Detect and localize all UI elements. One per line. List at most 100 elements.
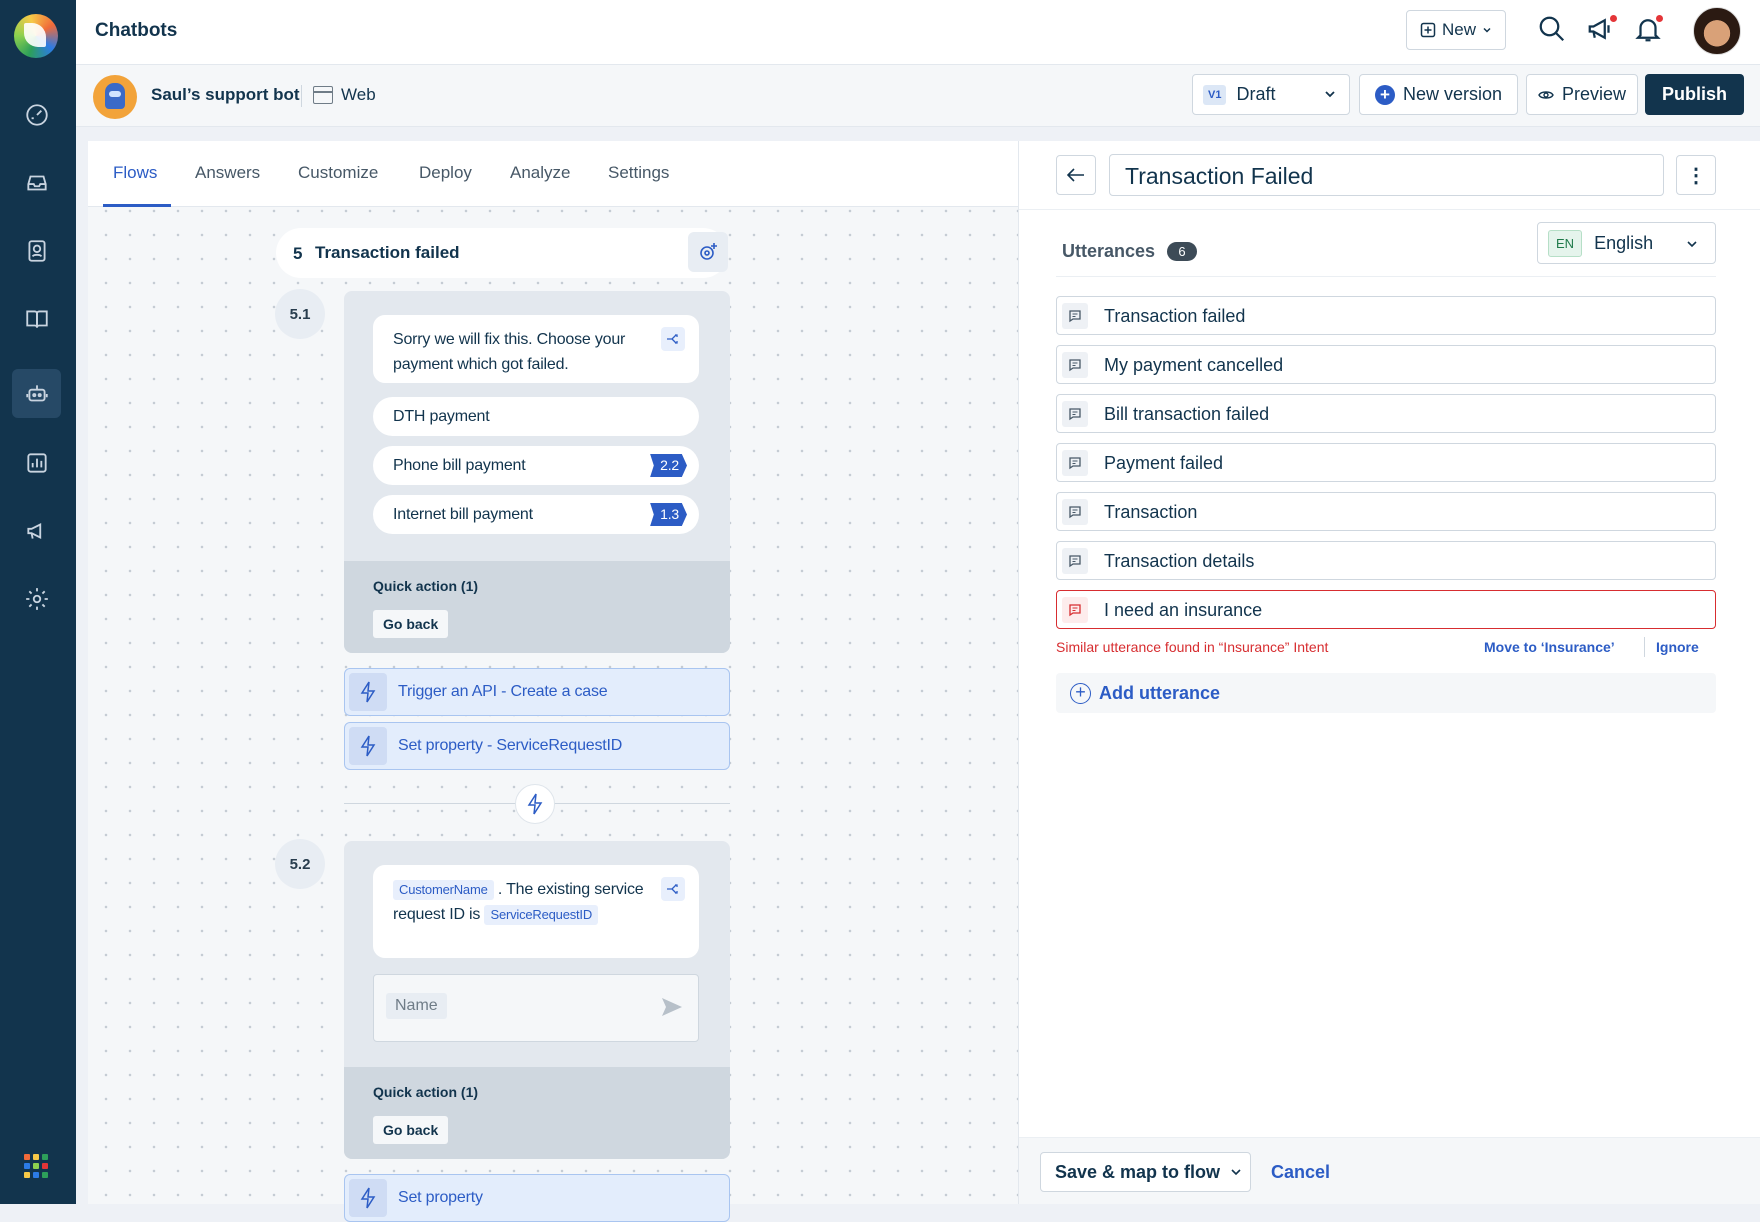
input-variable-tag: Name [386, 993, 447, 1019]
quick-action-title: Quick action (1) [373, 1084, 479, 1100]
tab-answers[interactable]: Answers [195, 163, 260, 183]
chat-bubble-icon [1062, 450, 1088, 476]
option-label: DTH payment [393, 408, 490, 425]
tab-bar: Flows Answers Customize Deploy Analyze S… [88, 141, 1018, 207]
divider [1644, 637, 1645, 657]
channel-name: Web [341, 85, 376, 104]
bell-icon[interactable] [1633, 14, 1665, 46]
version-select[interactable]: V1 Draft [1192, 74, 1350, 115]
browser-window-icon [313, 86, 333, 104]
chat-bubble-icon [1062, 401, 1088, 427]
reports-icon[interactable] [12, 438, 61, 487]
quick-action-title: Quick action (1) [373, 578, 479, 594]
channel-label: Web [313, 85, 376, 105]
add-utterance-label: Add utterance [1099, 682, 1221, 703]
option-button[interactable]: Phone bill payment 2.2 [373, 446, 699, 485]
utterance-field-error[interactable]: I need an insurance [1056, 590, 1716, 629]
tab-customize[interactable]: Customize [298, 163, 378, 183]
go-back-button[interactable]: Go back [373, 1116, 449, 1144]
new-version-button[interactable]: + New version [1359, 74, 1518, 115]
action-card[interactable]: Set property [344, 1174, 730, 1222]
variable-tag[interactable]: ServiceRequestID [484, 905, 599, 925]
branch-icon[interactable] [661, 877, 685, 901]
search-icon[interactable] [1537, 14, 1569, 46]
preview-button[interactable]: Preview [1526, 74, 1638, 115]
variable-tag[interactable]: CustomerName [393, 880, 494, 900]
user-input-field[interactable]: Name [373, 974, 699, 1042]
bot-message[interactable]: CustomerName . The existing service requ… [373, 865, 699, 958]
utterance-text: Payment failed [1104, 453, 1224, 473]
message-card[interactable]: Sorry we will fix this. Choose your paym… [344, 291, 730, 653]
new-button-label: New [1441, 20, 1476, 39]
jump-badge[interactable]: 1.3 [650, 503, 687, 526]
add-action-icon[interactable] [515, 784, 555, 824]
chat-bubble-icon [1062, 352, 1088, 378]
left-sidebar [0, 0, 76, 1204]
bot-message[interactable]: Sorry we will fix this. Choose your paym… [373, 315, 699, 383]
settings-gear-icon[interactable] [12, 574, 61, 623]
cancel-button[interactable]: Cancel [1271, 1162, 1330, 1183]
intent-title-input[interactable]: Transaction Failed [1109, 154, 1664, 196]
add-utterance-button[interactable]: + Add utterance [1056, 673, 1716, 713]
utterance-field[interactable]: Transaction [1056, 492, 1716, 531]
error-message: Similar utterance found in “Insurance” I… [1056, 639, 1329, 655]
utterance-field[interactable]: My payment cancelled [1056, 345, 1716, 384]
tab-analyze[interactable]: Analyze [510, 163, 570, 183]
step-settings-icon[interactable] [688, 232, 728, 272]
version-status: Draft [1236, 84, 1276, 104]
utterance-field[interactable]: Transaction details [1056, 541, 1716, 580]
utterance-text: Transaction details [1104, 551, 1255, 571]
contacts-icon[interactable] [12, 226, 61, 275]
step-title: Transaction failed [315, 243, 460, 262]
language-code-badge: EN [1548, 229, 1583, 257]
utterance-text: My payment cancelled [1104, 355, 1284, 375]
action-card[interactable]: Trigger an API - Create a case [344, 668, 730, 716]
move-to-intent-link[interactable]: Move to ‘Insurance’ [1484, 639, 1615, 655]
app-switcher-icon[interactable] [24, 1154, 48, 1178]
intent-editor-panel: Transaction Failed ⋮ Utterances 6 EN Eng… [1018, 141, 1760, 1204]
go-back-button[interactable]: Go back [373, 610, 449, 638]
inbox-icon[interactable] [12, 158, 61, 207]
option-button[interactable]: Internet bill payment 1.3 [373, 495, 699, 534]
chatbot-icon[interactable] [12, 369, 61, 418]
quick-action-section: Quick action (1) Go back [344, 1067, 730, 1159]
language-name: English [1594, 232, 1654, 253]
substep-number: 5.1 [275, 289, 325, 339]
utterances-count-badge: 6 [1167, 242, 1197, 261]
utterance-field[interactable]: Transaction failed [1056, 296, 1716, 335]
announcement-megaphone-icon[interactable] [1586, 14, 1618, 46]
plus-circle-icon: + [1374, 84, 1395, 105]
version-badge: V1 [1203, 84, 1227, 105]
option-button[interactable]: DTH payment [373, 397, 699, 436]
tab-flows[interactable]: Flows [113, 163, 157, 183]
user-avatar[interactable] [1693, 7, 1741, 55]
option-label: Phone bill payment [393, 457, 526, 474]
tab-deploy[interactable]: Deploy [419, 163, 472, 183]
more-options-icon[interactable]: ⋮ [1676, 155, 1716, 195]
plus-circle-icon: + [1070, 682, 1091, 704]
knowledge-book-icon[interactable] [12, 294, 61, 343]
language-select[interactable]: EN English [1537, 222, 1716, 264]
flow-canvas[interactable]: Flows Answers Customize Deploy Analyze S… [88, 141, 1018, 1222]
divider [1019, 209, 1760, 210]
branch-icon[interactable] [661, 327, 685, 351]
dashboard-icon[interactable] [12, 90, 61, 139]
freshworks-logo-icon[interactable] [14, 14, 58, 58]
message-card[interactable]: CustomerName . The existing service requ… [344, 841, 730, 1159]
step-header[interactable]: 5 Transaction failed [276, 228, 728, 278]
utterance-text: Transaction failed [1104, 306, 1246, 326]
ignore-link[interactable]: Ignore [1656, 639, 1699, 655]
new-button[interactable]: New [1406, 10, 1506, 50]
utterance-field[interactable]: Payment failed [1056, 443, 1716, 482]
publish-button[interactable]: Publish [1645, 74, 1744, 115]
back-button[interactable] [1056, 155, 1096, 195]
save-map-button[interactable]: Save & map to flow [1040, 1152, 1251, 1192]
action-card[interactable]: Set property - ServiceRequestID [344, 722, 730, 770]
utterance-field[interactable]: Bill transaction failed [1056, 394, 1716, 433]
tab-settings[interactable]: Settings [608, 163, 669, 183]
send-icon[interactable] [660, 996, 684, 1018]
campaigns-megaphone-icon[interactable] [12, 506, 61, 555]
jump-badge[interactable]: 2.2 [650, 454, 687, 477]
plus-square-icon [1420, 22, 1436, 38]
step-number: 5 [293, 244, 303, 263]
